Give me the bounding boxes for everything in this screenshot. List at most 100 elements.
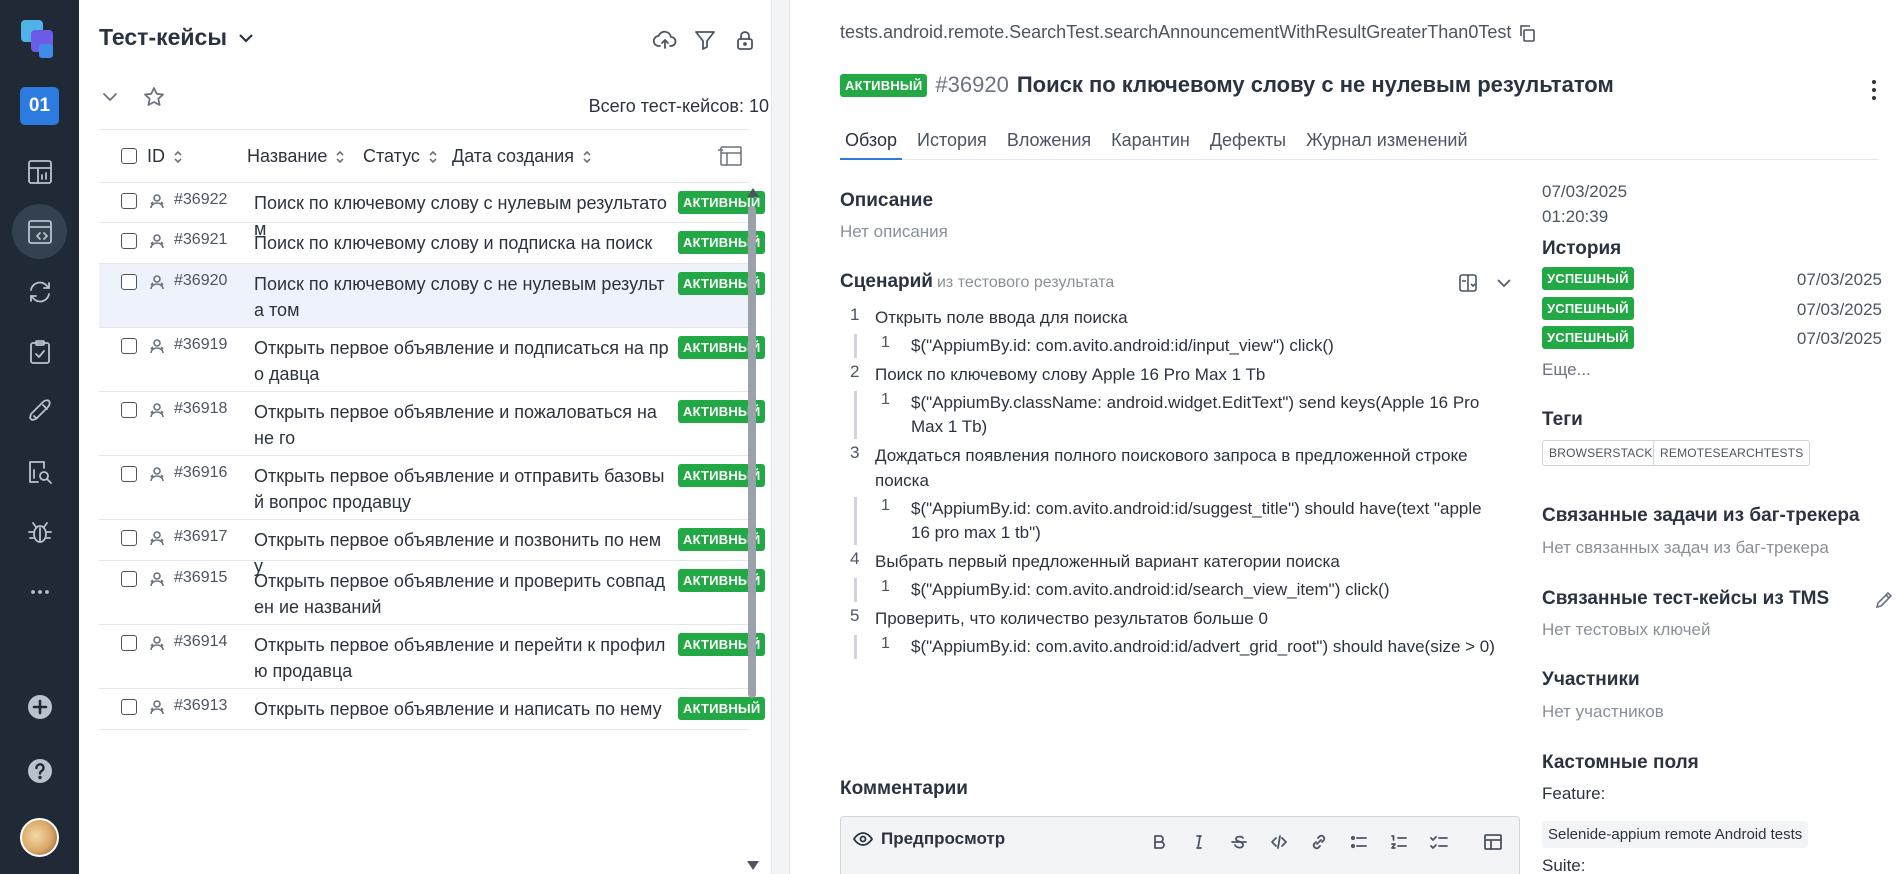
row-id: #36913 [174,697,228,714]
tab-attachments[interactable]: Вложения [1002,126,1096,160]
row-name: Поиск по ключевому слову и подписка на п… [254,233,653,253]
table-row[interactable]: #36916 Открыть первое объявление и отпра… [99,456,766,520]
lock-icon[interactable] [731,26,759,54]
help-icon[interactable] [12,743,67,798]
tag-chip[interactable]: REMOTESEARCHTESTS [1653,440,1811,466]
row-checkbox[interactable] [121,571,137,587]
defects-icon[interactable] [12,504,67,559]
strikethrough-icon[interactable] [1228,831,1250,853]
table-row[interactable]: #36913 Открыть первое объявление и напис… [99,689,766,730]
detail-header: АКТИВНЫЙ #36920 Поиск по ключевому слову… [840,72,1614,98]
more-icon[interactable] [12,564,67,619]
tab-defects[interactable]: Дефекты [1205,126,1291,160]
column-created[interactable]: Дата создания [452,146,592,167]
numbered-list-icon[interactable] [1388,831,1410,853]
manual-person-icon [148,232,166,250]
preview-toggle[interactable]: Предпросмотр [853,829,1005,849]
row-checkbox[interactable] [121,635,137,651]
column-status-label: Статус [363,146,420,166]
row-checkbox[interactable] [121,699,137,715]
table-row[interactable]: #36918 Открыть первое объявление и пожал… [99,392,766,456]
italic-icon[interactable] [1188,831,1210,853]
launches-icon[interactable] [12,264,67,319]
deploy-icon[interactable] [12,384,67,439]
row-checkbox[interactable] [121,233,137,249]
issues-heading: Связанные задачи из баг-трекера [1542,505,1860,526]
history-row[interactable]: УСПЕШНЫЙ 07/03/2025 [1542,267,1882,293]
table-row[interactable]: #36915 Открыть первое объявление и прове… [99,561,766,625]
scenario-substep: 1 $("AppiumBy.id: com.avito.android:id/a… [854,635,1500,659]
copy-icon[interactable] [1517,23,1537,43]
column-name[interactable]: Название [247,146,345,167]
scroll-up-icon[interactable] [747,188,759,197]
row-id: #36919 [174,336,228,353]
history-more-link[interactable]: Еще... [1542,360,1591,380]
scenario-source-switch-icon[interactable] [1457,272,1479,294]
testcases-icon[interactable] [12,204,67,259]
history-row[interactable]: УСПЕШНЫЙ 07/03/2025 [1542,297,1882,323]
upload-icon[interactable] [651,26,679,54]
row-checkbox[interactable] [121,530,137,546]
collapse-all-icon[interactable] [99,86,121,108]
table-row-selected[interactable]: #36920 Поиск по ключевому слову с не нул… [99,264,766,328]
column-settings-icon[interactable] [717,144,743,173]
edit-pencil-icon[interactable] [1874,590,1894,615]
bold-icon[interactable] [1148,831,1170,853]
filter-icon[interactable] [691,26,719,54]
list-title[interactable]: Тест-кейсы [99,24,255,51]
list-scrollbar[interactable] [747,188,759,874]
favorite-star-icon[interactable] [143,86,165,108]
panel-resize-handle[interactable] [771,0,790,874]
tms-empty: Нет тестовых ключей [1542,620,1711,639]
step-number: 5 [850,606,860,625]
row-checkbox[interactable] [121,274,137,290]
scenario-substep: 1 $("AppiumBy.id: com.avito.android:id/i… [854,334,1500,358]
scenario-step: 5 Проверить, что количество результатов … [840,606,1500,659]
page-title: Поиск по ключевому слову с не нулевым ре… [1016,72,1614,97]
bullet-list-icon[interactable] [1348,831,1370,853]
project-badge[interactable]: 01 [20,87,59,125]
suite-label: Suite: [1542,856,1586,874]
add-icon[interactable] [12,679,67,734]
tag-chip[interactable]: BROWSERSTACK [1542,440,1660,466]
column-id[interactable]: ID [147,146,183,167]
scroll-down-icon[interactable] [747,861,759,870]
created-time: 01:20:39 [1542,207,1609,226]
row-checkbox[interactable] [121,193,137,209]
members-empty: Нет участников [1542,702,1664,721]
app-logo-icon[interactable] [19,18,61,60]
testplans-icon[interactable] [12,324,67,379]
table-row[interactable]: #36919 Открыть первое объявление и подпи… [99,328,766,392]
manual-person-icon [148,337,166,355]
scroll-thumb[interactable] [748,206,756,698]
table-row[interactable]: #36922 Поиск по ключевому слову с нулевы… [99,183,766,239]
tab-history[interactable]: История [912,126,992,160]
code-icon[interactable] [1268,831,1290,853]
row-checkbox[interactable] [121,466,137,482]
tab-overview[interactable]: Обзор [840,126,902,160]
analytics-icon[interactable] [12,444,67,499]
history-row[interactable]: УСПЕШНЫЙ 07/03/2025 [1542,326,1882,352]
table-row[interactable]: #36921 Поиск по ключевому слову и подпис… [99,223,766,264]
link-icon[interactable] [1308,831,1330,853]
row-id: #36918 [174,400,228,417]
select-all-checkbox[interactable] [121,148,137,164]
checklist-icon[interactable] [1428,831,1450,853]
history-date: 07/03/2025 [1796,270,1882,289]
manual-person-icon [148,401,166,419]
more-actions-icon[interactable] [1871,80,1877,102]
column-status[interactable]: Статус [363,146,438,167]
table-row[interactable]: #36917 Открыть первое объявление и позво… [99,520,766,576]
user-avatar[interactable] [20,818,59,857]
row-id: #36917 [174,528,228,545]
row-checkbox[interactable] [121,402,137,418]
tab-quarantine[interactable]: Карантин [1106,126,1195,160]
scenario-heading: Сценарий из тестового результата [840,271,1114,293]
tab-changelog[interactable]: Журнал изменений [1301,126,1472,160]
chevron-down-icon[interactable] [1493,272,1515,294]
substep-text: $("AppiumBy.className: android.widget.Ed… [911,393,1480,436]
row-checkbox[interactable] [121,338,137,354]
table-icon[interactable] [1482,831,1504,853]
table-row[interactable]: #36914 Открыть первое объявление и перей… [99,625,766,689]
dashboards-icon[interactable] [12,144,67,199]
